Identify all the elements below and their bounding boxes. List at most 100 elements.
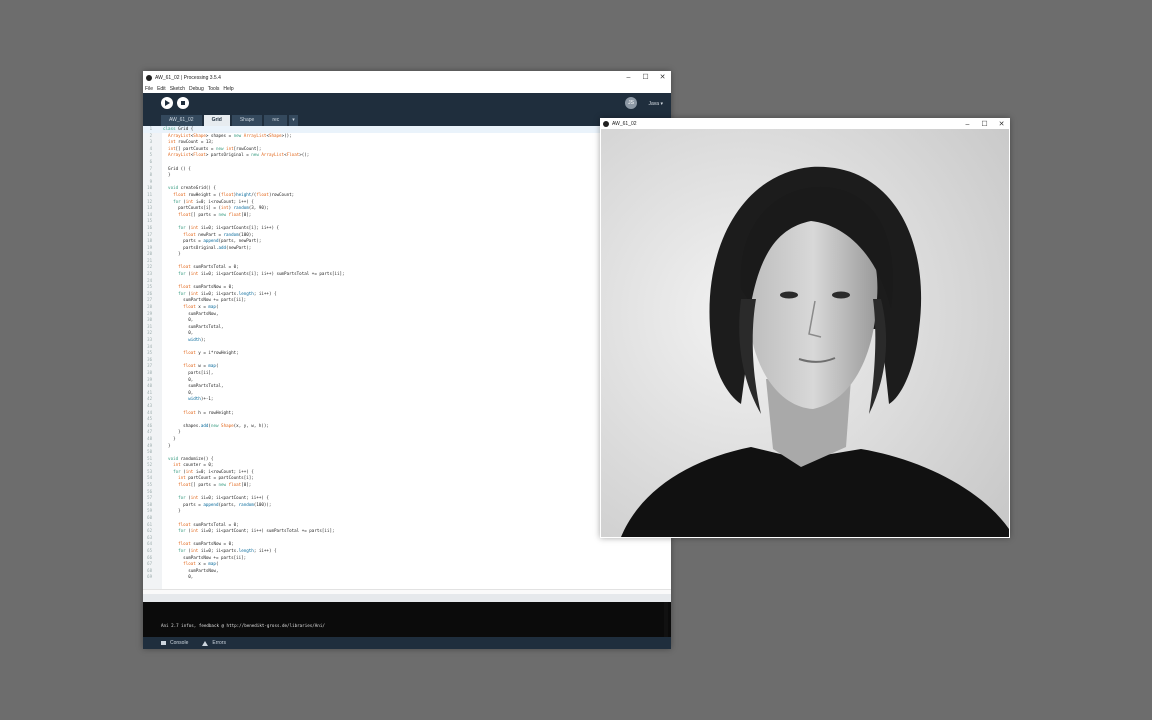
sketch-canvas[interactable] — [601, 129, 1009, 537]
menu-file[interactable]: File — [145, 86, 153, 92]
code-line[interactable]: 51 void randomize() { — [143, 456, 663, 463]
code-lines: 1 class Grid {2 ArrayList<Shape> shapes =… — [143, 126, 663, 581]
code-line[interactable]: 36 — [143, 357, 663, 364]
code-line[interactable]: 68 sumPartsNow, — [143, 568, 663, 575]
code-line[interactable]: 62 for (int ii=0; ii<partCount; ii++) su… — [143, 528, 663, 535]
code-line[interactable]: 58 parts = append(parts, random(100)); — [143, 502, 663, 509]
code-line[interactable]: 57 for (int ii=0; ii<partCount; ii++) { — [143, 495, 663, 502]
tab-grid[interactable]: Grid — [203, 115, 230, 126]
mode-selector[interactable]: Java ▾ — [649, 101, 663, 107]
tab-overflow-button[interactable]: ▾ — [289, 115, 298, 126]
code-line[interactable]: 52 int counter = 0; — [143, 462, 663, 469]
errors-tab[interactable]: Errors — [202, 640, 226, 646]
code-line[interactable]: 12 for (int i=0; i<rowCount; i++) { — [143, 199, 663, 206]
code-line[interactable]: 39 0, — [143, 377, 663, 384]
code-line[interactable]: 38 parts[ii], — [143, 370, 663, 377]
code-line[interactable]: 2 ArrayList<Shape> shapes = new ArrayLis… — [143, 133, 663, 140]
code-line[interactable]: 30 0, — [143, 317, 663, 324]
minimize-icon[interactable]: – — [620, 71, 637, 84]
maximize-icon[interactable]: ☐ — [637, 71, 654, 84]
menu-help[interactable]: Help — [223, 86, 233, 92]
tab-aw-61-02[interactable]: AW_61_02 — [161, 115, 202, 126]
code-line[interactable]: 46 shapes.add(new Shape(x, y, w, h)); — [143, 423, 663, 430]
code-line[interactable]: 22 float sumPartsTotal = 0; — [143, 264, 663, 271]
code-line[interactable]: 23 for (int ii=0; ii<partCounts[i]; ii++… — [143, 271, 663, 278]
code-line[interactable]: 59 } — [143, 508, 663, 515]
code-line[interactable]: 54 int partCount = partCounts[i]; — [143, 475, 663, 482]
code-line[interactable]: 43 — [143, 403, 663, 410]
code-line[interactable]: 66 sumPartsNow += parts[ii]; — [143, 555, 663, 562]
code-line[interactable]: 61 float sumPartsTotal = 0; — [143, 522, 663, 529]
code-text: } — [163, 435, 176, 441]
code-line[interactable]: 69 0, — [143, 574, 663, 581]
code-line[interactable]: 5 ArrayList<Float> partsOriginal = new A… — [143, 152, 663, 159]
line-number: 50 — [147, 449, 152, 455]
code-line[interactable]: 41 0, — [143, 390, 663, 397]
code-line[interactable]: 25 float sumPartsNow = 0; — [143, 284, 663, 291]
code-line[interactable]: 6 — [143, 159, 663, 166]
code-editor[interactable]: 1 class Grid {2 ArrayList<Shape> shapes =… — [143, 126, 671, 649]
code-line[interactable]: 8 } — [143, 172, 663, 179]
code-line[interactable]: 64 float sumPartsNow = 0; — [143, 541, 663, 548]
console-scrollbar[interactable] — [664, 602, 668, 639]
close-icon[interactable]: ✕ — [654, 71, 671, 84]
code-line[interactable]: 44 float h = rowHeight; — [143, 410, 663, 417]
code-line[interactable]: 60 — [143, 515, 663, 522]
code-text: partsOriginal.add(newPart); — [163, 244, 252, 250]
mode-badge[interactable]: JS — [625, 97, 637, 109]
code-line[interactable]: 65 for (int ii=0; ii<parts.length; ii++)… — [143, 548, 663, 555]
menu-tools[interactable]: Tools — [208, 86, 220, 92]
tab-shape[interactable]: Shape — [231, 115, 263, 126]
code-line[interactable]: 53 for (int i=0; i<rowCount; i++) { — [143, 469, 663, 476]
stop-button[interactable] — [177, 97, 189, 109]
code-line[interactable]: 15 — [143, 218, 663, 225]
code-line[interactable]: 40 sumPartsTotal, — [143, 383, 663, 390]
code-line[interactable]: 33 width); — [143, 337, 663, 344]
code-line[interactable]: 45 — [143, 416, 663, 423]
code-line[interactable]: 16 for (int ii=0; ii<partCounts[i]; ii++… — [143, 225, 663, 232]
code-line[interactable]: 27 sumPartsNow += parts[ii]; — [143, 297, 663, 304]
line-number: 6 — [149, 158, 152, 164]
code-line[interactable]: 42 width)+-1; — [143, 396, 663, 403]
code-line[interactable]: 19 partsOriginal.add(newPart); — [143, 245, 663, 252]
line-number: 25 — [147, 284, 152, 290]
code-line[interactable]: 20 } — [143, 251, 663, 258]
code-line[interactable]: 17 float newPart = random(100); — [143, 232, 663, 239]
code-line[interactable]: 14 float[] parts = new float[0]; — [143, 212, 663, 219]
code-line[interactable]: 32 0, — [143, 330, 663, 337]
code-line[interactable]: 56 — [143, 489, 663, 496]
code-line[interactable]: 18 parts = append(parts, newPart); — [143, 238, 663, 245]
code-line[interactable]: 10 void createGrid() { — [143, 185, 663, 192]
console-tab[interactable]: Console — [161, 640, 188, 646]
code-line[interactable]: 29 sumPartsNow, — [143, 311, 663, 318]
code-line[interactable]: 26 for (int ii=0; ii<parts.length; ii++)… — [143, 291, 663, 298]
code-line[interactable]: 37 float w = map( — [143, 363, 663, 370]
code-line[interactable]: 50 — [143, 449, 663, 456]
code-line[interactable]: 7 Grid () { — [143, 166, 663, 173]
code-line[interactable]: 9 — [143, 179, 663, 186]
code-line[interactable]: 24 — [143, 278, 663, 285]
code-line[interactable]: 47 } — [143, 429, 663, 436]
menu-sketch[interactable]: Sketch — [170, 86, 185, 92]
code-line[interactable]: 1 class Grid { — [143, 126, 663, 133]
code-line[interactable]: 55 float[] parts = new float[0]; — [143, 482, 663, 489]
code-line[interactable]: 35 float y = i*rowHeight; — [143, 350, 663, 357]
code-line[interactable]: 63 — [143, 535, 663, 542]
code-line[interactable]: 34 — [143, 344, 663, 351]
code-line[interactable]: 48 } — [143, 436, 663, 443]
code-line[interactable]: 49 } — [143, 443, 663, 450]
code-line[interactable]: 28 float x = map( — [143, 304, 663, 311]
code-line[interactable]: 21 — [143, 258, 663, 265]
menu-edit[interactable]: Edit — [157, 86, 166, 92]
run-button[interactable] — [161, 97, 173, 109]
tab-rec[interactable]: rec — [264, 115, 288, 126]
code-line[interactable]: 3 int rowCount = 13; — [143, 139, 663, 146]
line-number: 31 — [147, 323, 152, 329]
code-line[interactable]: 11 float rowHeight = (float)height/(floa… — [143, 192, 663, 199]
code-line[interactable]: 31 sumPartsTotal, — [143, 324, 663, 331]
menu-debug[interactable]: Debug — [189, 86, 204, 92]
code-line[interactable]: 13 partCounts[i] = (int) random(3, 90); — [143, 205, 663, 212]
code-text: float x = map( — [183, 561, 219, 567]
code-line[interactable]: 67 float x = map( — [143, 561, 663, 568]
code-line[interactable]: 4 int[] partCounts = new int[rowCount]; — [143, 146, 663, 153]
